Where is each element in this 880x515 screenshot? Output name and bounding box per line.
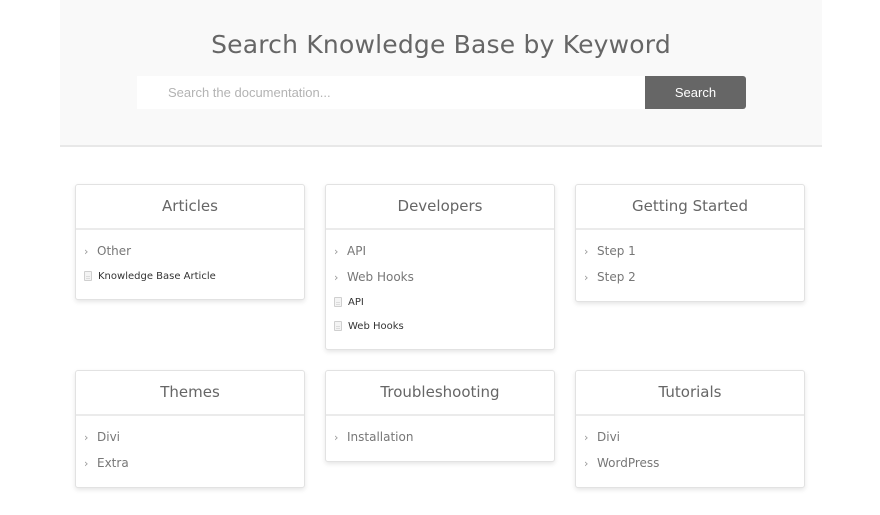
subcategory-label: Divi xyxy=(97,430,121,444)
subcategory-label: Divi xyxy=(597,430,621,444)
document-icon xyxy=(334,297,342,307)
article-link[interactable]: Web Hooks xyxy=(334,314,546,338)
search-input[interactable] xyxy=(137,76,645,109)
article-label: Knowledge Base Article xyxy=(98,270,216,282)
page-title: Search Knowledge Base by Keyword xyxy=(211,30,671,59)
subcategory-label: Other xyxy=(97,244,132,258)
card-title[interactable]: Developers xyxy=(326,185,554,230)
subcategory-link[interactable]: › API xyxy=(334,238,546,264)
card-body: › Divi › Extra xyxy=(76,416,304,486)
subcategory-label: API xyxy=(347,244,366,258)
chevron-right-icon: › xyxy=(84,456,89,470)
chevron-right-icon: › xyxy=(334,244,339,258)
category-card: Troubleshooting › Installation xyxy=(325,370,555,462)
category-card: Themes › Divi › Extra xyxy=(75,370,305,488)
document-icon xyxy=(84,271,92,281)
subcategory-link[interactable]: › Extra xyxy=(84,450,296,476)
chevron-right-icon: › xyxy=(84,430,89,444)
chevron-right-icon: › xyxy=(584,430,589,444)
subcategory-link[interactable]: › Installation xyxy=(334,424,546,450)
chevron-right-icon: › xyxy=(334,270,339,284)
subcategory-label: WordPress xyxy=(597,456,660,470)
category-card: Articles › Other Knowledge Base Article xyxy=(75,184,305,300)
card-body: › Divi › WordPress xyxy=(576,416,804,486)
chevron-right-icon: › xyxy=(334,430,339,444)
subcategory-label: Installation xyxy=(347,430,414,444)
category-card: Tutorials › Divi › WordPress xyxy=(575,370,805,488)
subcategory-link[interactable]: › Step 2 xyxy=(584,264,796,290)
subcategory-link[interactable]: › Divi xyxy=(84,424,296,450)
card-title[interactable]: Themes xyxy=(76,371,304,416)
article-link[interactable]: API xyxy=(334,290,546,314)
card-title[interactable]: Troubleshooting xyxy=(326,371,554,416)
card-body: › API › Web Hooks API Web Hooks xyxy=(326,230,554,348)
subcategory-link[interactable]: › Divi xyxy=(584,424,796,450)
subcategory-link[interactable]: › WordPress xyxy=(584,450,796,476)
subcategory-link[interactable]: › Step 1 xyxy=(584,238,796,264)
chevron-right-icon: › xyxy=(584,244,589,258)
chevron-right-icon: › xyxy=(84,244,89,258)
search-button[interactable]: Search xyxy=(645,76,746,109)
card-title[interactable]: Getting Started xyxy=(576,185,804,230)
card-title[interactable]: Tutorials xyxy=(576,371,804,416)
document-icon xyxy=(334,321,342,331)
category-card: Developers › API › Web Hooks API Web Hooks xyxy=(325,184,555,350)
subcategory-link[interactable]: › Other xyxy=(84,238,296,264)
article-label: API xyxy=(348,296,364,308)
subcategory-label: Web Hooks xyxy=(347,270,414,284)
card-body: › Other Knowledge Base Article xyxy=(76,230,304,298)
search-hero: Search Knowledge Base by Keyword Search xyxy=(60,0,822,147)
card-title[interactable]: Articles xyxy=(76,185,304,230)
card-body: › Installation xyxy=(326,416,554,460)
chevron-right-icon: › xyxy=(584,456,589,470)
subcategory-label: Step 1 xyxy=(597,244,636,258)
subcategory-link[interactable]: › Web Hooks xyxy=(334,264,546,290)
subcategory-label: Step 2 xyxy=(597,270,636,284)
category-card: Getting Started › Step 1 › Step 2 xyxy=(575,184,805,302)
subcategory-label: Extra xyxy=(97,456,129,470)
article-label: Web Hooks xyxy=(348,320,404,332)
card-body: › Step 1 › Step 2 xyxy=(576,230,804,300)
chevron-right-icon: › xyxy=(584,270,589,284)
article-link[interactable]: Knowledge Base Article xyxy=(84,264,296,288)
